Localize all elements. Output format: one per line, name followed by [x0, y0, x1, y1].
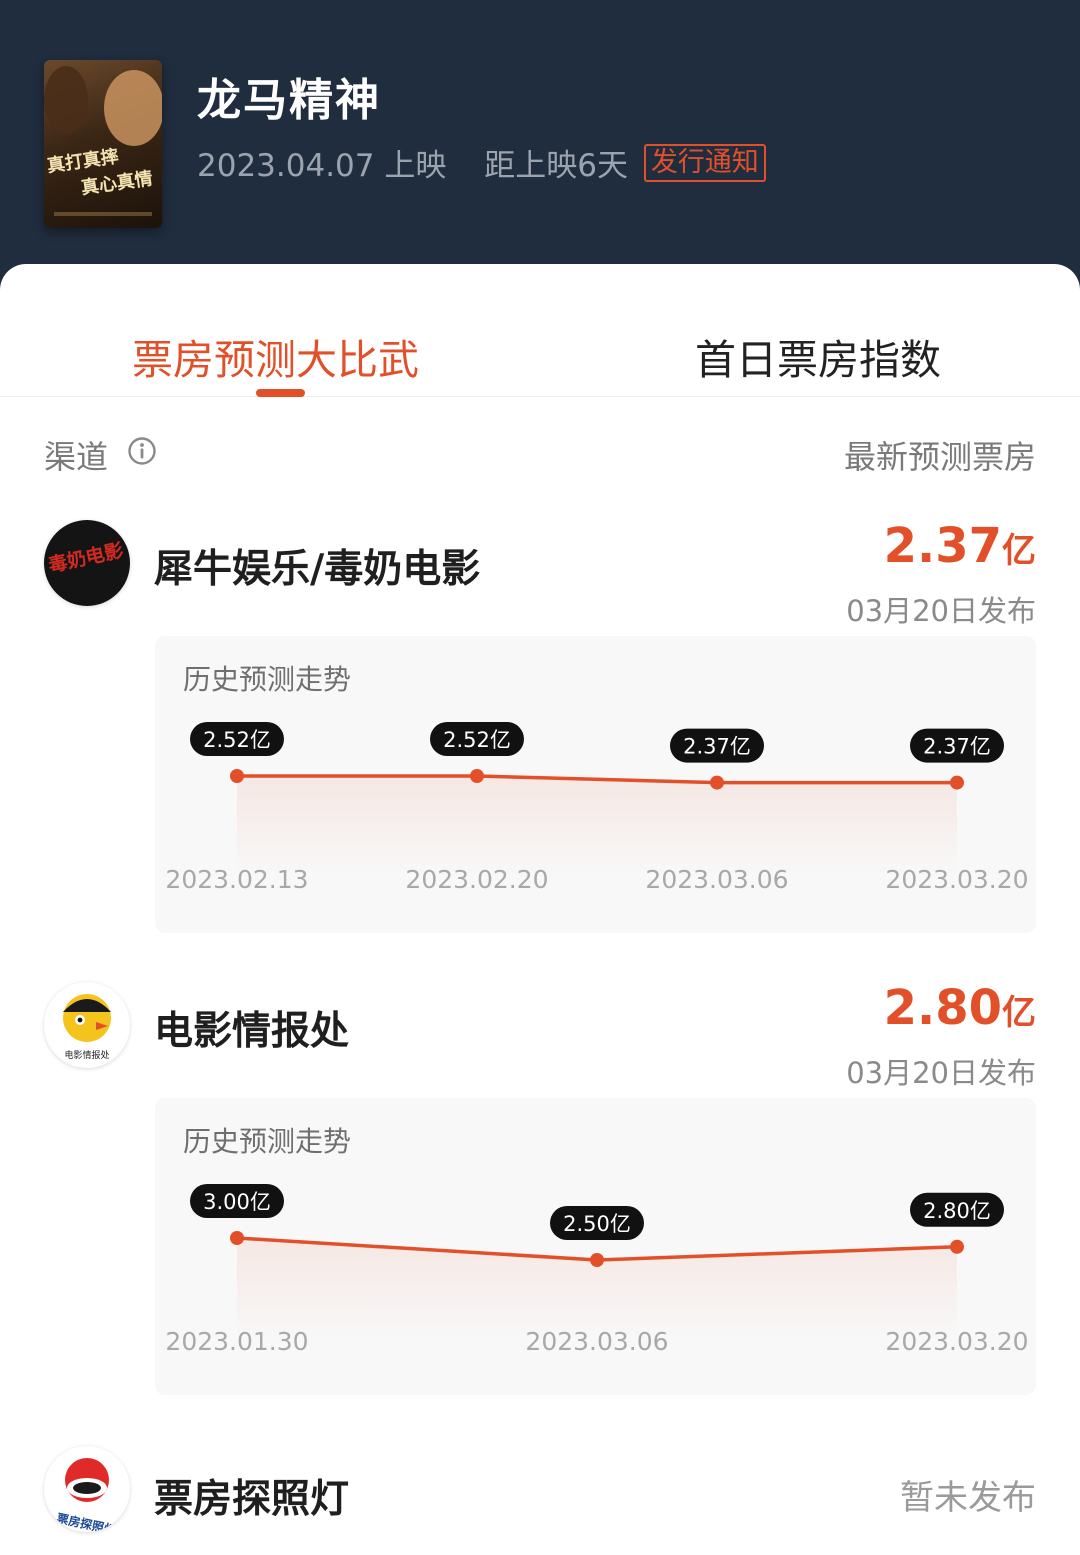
prediction-number: 2.37	[883, 518, 1002, 574]
x-tick-label: 2023.01.30	[165, 1327, 308, 1356]
publish-date: 03月20日发布	[846, 1056, 1036, 1090]
tab-boxoffice-prediction[interactable]: 票房预测大比武	[132, 326, 419, 386]
x-tick-label: 2023.02.20	[405, 865, 548, 894]
release-countdown: 距上映6天	[484, 148, 628, 184]
latest-prediction-value: 2.80亿	[884, 980, 1036, 1036]
prediction-number: 2.80	[883, 980, 1002, 1036]
channel-avatar: 票房探照灯	[44, 1446, 130, 1532]
trend-point	[230, 769, 244, 783]
channel-item[interactable]: 电影情报处 电影情报处 2.80亿 03月20日发布 历史预测走势 3.00亿 2…	[0, 980, 1080, 1400]
channel-avatar: 电影情报处	[44, 982, 130, 1068]
trend-point	[470, 769, 484, 783]
x-tick-label: 2023.03.06	[645, 865, 788, 894]
tab-bar: 票房预测大比武 首日票房指数	[0, 264, 1080, 397]
data-label: 2.52亿	[203, 728, 271, 752]
info-icon[interactable]	[127, 436, 157, 466]
prediction-unit: 亿	[1002, 531, 1036, 571]
tab-first-day-index[interactable]: 首日票房指数	[695, 326, 941, 386]
active-tab-indicator	[256, 389, 305, 397]
trend-chart: 历史预测走势 2.52亿 2023.02.13 2.52亿 2023.02.20 2.3…	[155, 636, 1036, 933]
channel-item[interactable]: 票房探照灯 票房探照灯 暂未发布	[0, 1446, 1080, 1546]
data-label: 2.52亿	[443, 728, 511, 752]
data-label: 2.37亿	[923, 735, 991, 759]
avatar-logo-text: 电影情报处	[64, 1049, 109, 1061]
release-notice-tag[interactable]: 发行通知	[643, 143, 766, 182]
data-label: 2.80亿	[923, 1199, 991, 1223]
avatar-logo-text: 毒奶电影	[46, 539, 125, 577]
poster-text-1: 真打真摔	[46, 145, 120, 177]
avatar-logo-text: 票房探照灯	[55, 1510, 117, 1532]
latest-prediction-value: 2.37亿	[884, 518, 1036, 574]
movie-title: 龙马精神	[197, 75, 381, 126]
column-header-channel: 渠道	[44, 438, 109, 476]
movie-header: 真打真摔 真心真情 龙马精神 2023.04.07 上映 距上映6天 发行通知	[0, 0, 1080, 300]
release-date: 2023.04.07 上映	[197, 148, 447, 184]
x-tick-label: 2023.02.13	[165, 865, 308, 894]
channel-name: 票房探照灯	[154, 1477, 350, 1522]
trend-point	[950, 1239, 964, 1254]
release-info: 2023.04.07 上映 距上映6天 发行通知	[197, 140, 766, 185]
trend-point	[230, 1231, 244, 1245]
trend-chart: 历史预测走势 3.00亿 2023.01.30 2.50亿 2023.03.06 2.8…	[155, 1098, 1036, 1395]
data-label: 2.50亿	[563, 1212, 631, 1236]
x-tick-label: 2023.03.20	[885, 1327, 1028, 1356]
publish-date: 03月20日发布	[846, 594, 1036, 628]
channel-avatar: 毒奶电影	[44, 520, 130, 606]
trend-point	[950, 775, 964, 790]
data-label: 3.00亿	[203, 1190, 271, 1214]
trend-point	[710, 775, 724, 790]
content-card: 票房预测大比武 首日票房指数 渠道 最新预测票房 毒奶电影 犀牛娱乐/毒奶电影 …	[0, 264, 1080, 1555]
data-label: 2.37亿	[683, 735, 751, 759]
trend-chart-svg: 2.52亿 2023.02.13 2.52亿 2023.02.20 2.37亿 2023.…	[165, 722, 1029, 894]
x-tick-label: 2023.03.06	[525, 1327, 668, 1356]
channel-name: 电影情报处	[154, 1009, 350, 1054]
trend-area	[237, 776, 957, 876]
channel-item[interactable]: 毒奶电影 犀牛娱乐/毒奶电影 2.37亿 03月20日发布 历史预测走势 2.5…	[0, 518, 1080, 938]
trend-point	[590, 1253, 604, 1267]
prediction-unit: 亿	[1002, 993, 1036, 1033]
column-header-latest-prediction: 最新预测票房	[843, 438, 1036, 476]
channel-name: 犀牛娱乐/毒奶电影	[154, 547, 481, 592]
prediction-status: 暂未发布	[900, 1478, 1036, 1518]
poster-text-2: 真心真情	[80, 167, 154, 199]
x-tick-label: 2023.03.20	[885, 865, 1028, 894]
movie-poster[interactable]: 真打真摔 真心真情	[44, 60, 162, 228]
trend-chart-svg: 3.00亿 2023.01.30 2.50亿 2023.03.06 2.80亿 2023.…	[165, 1184, 1029, 1356]
